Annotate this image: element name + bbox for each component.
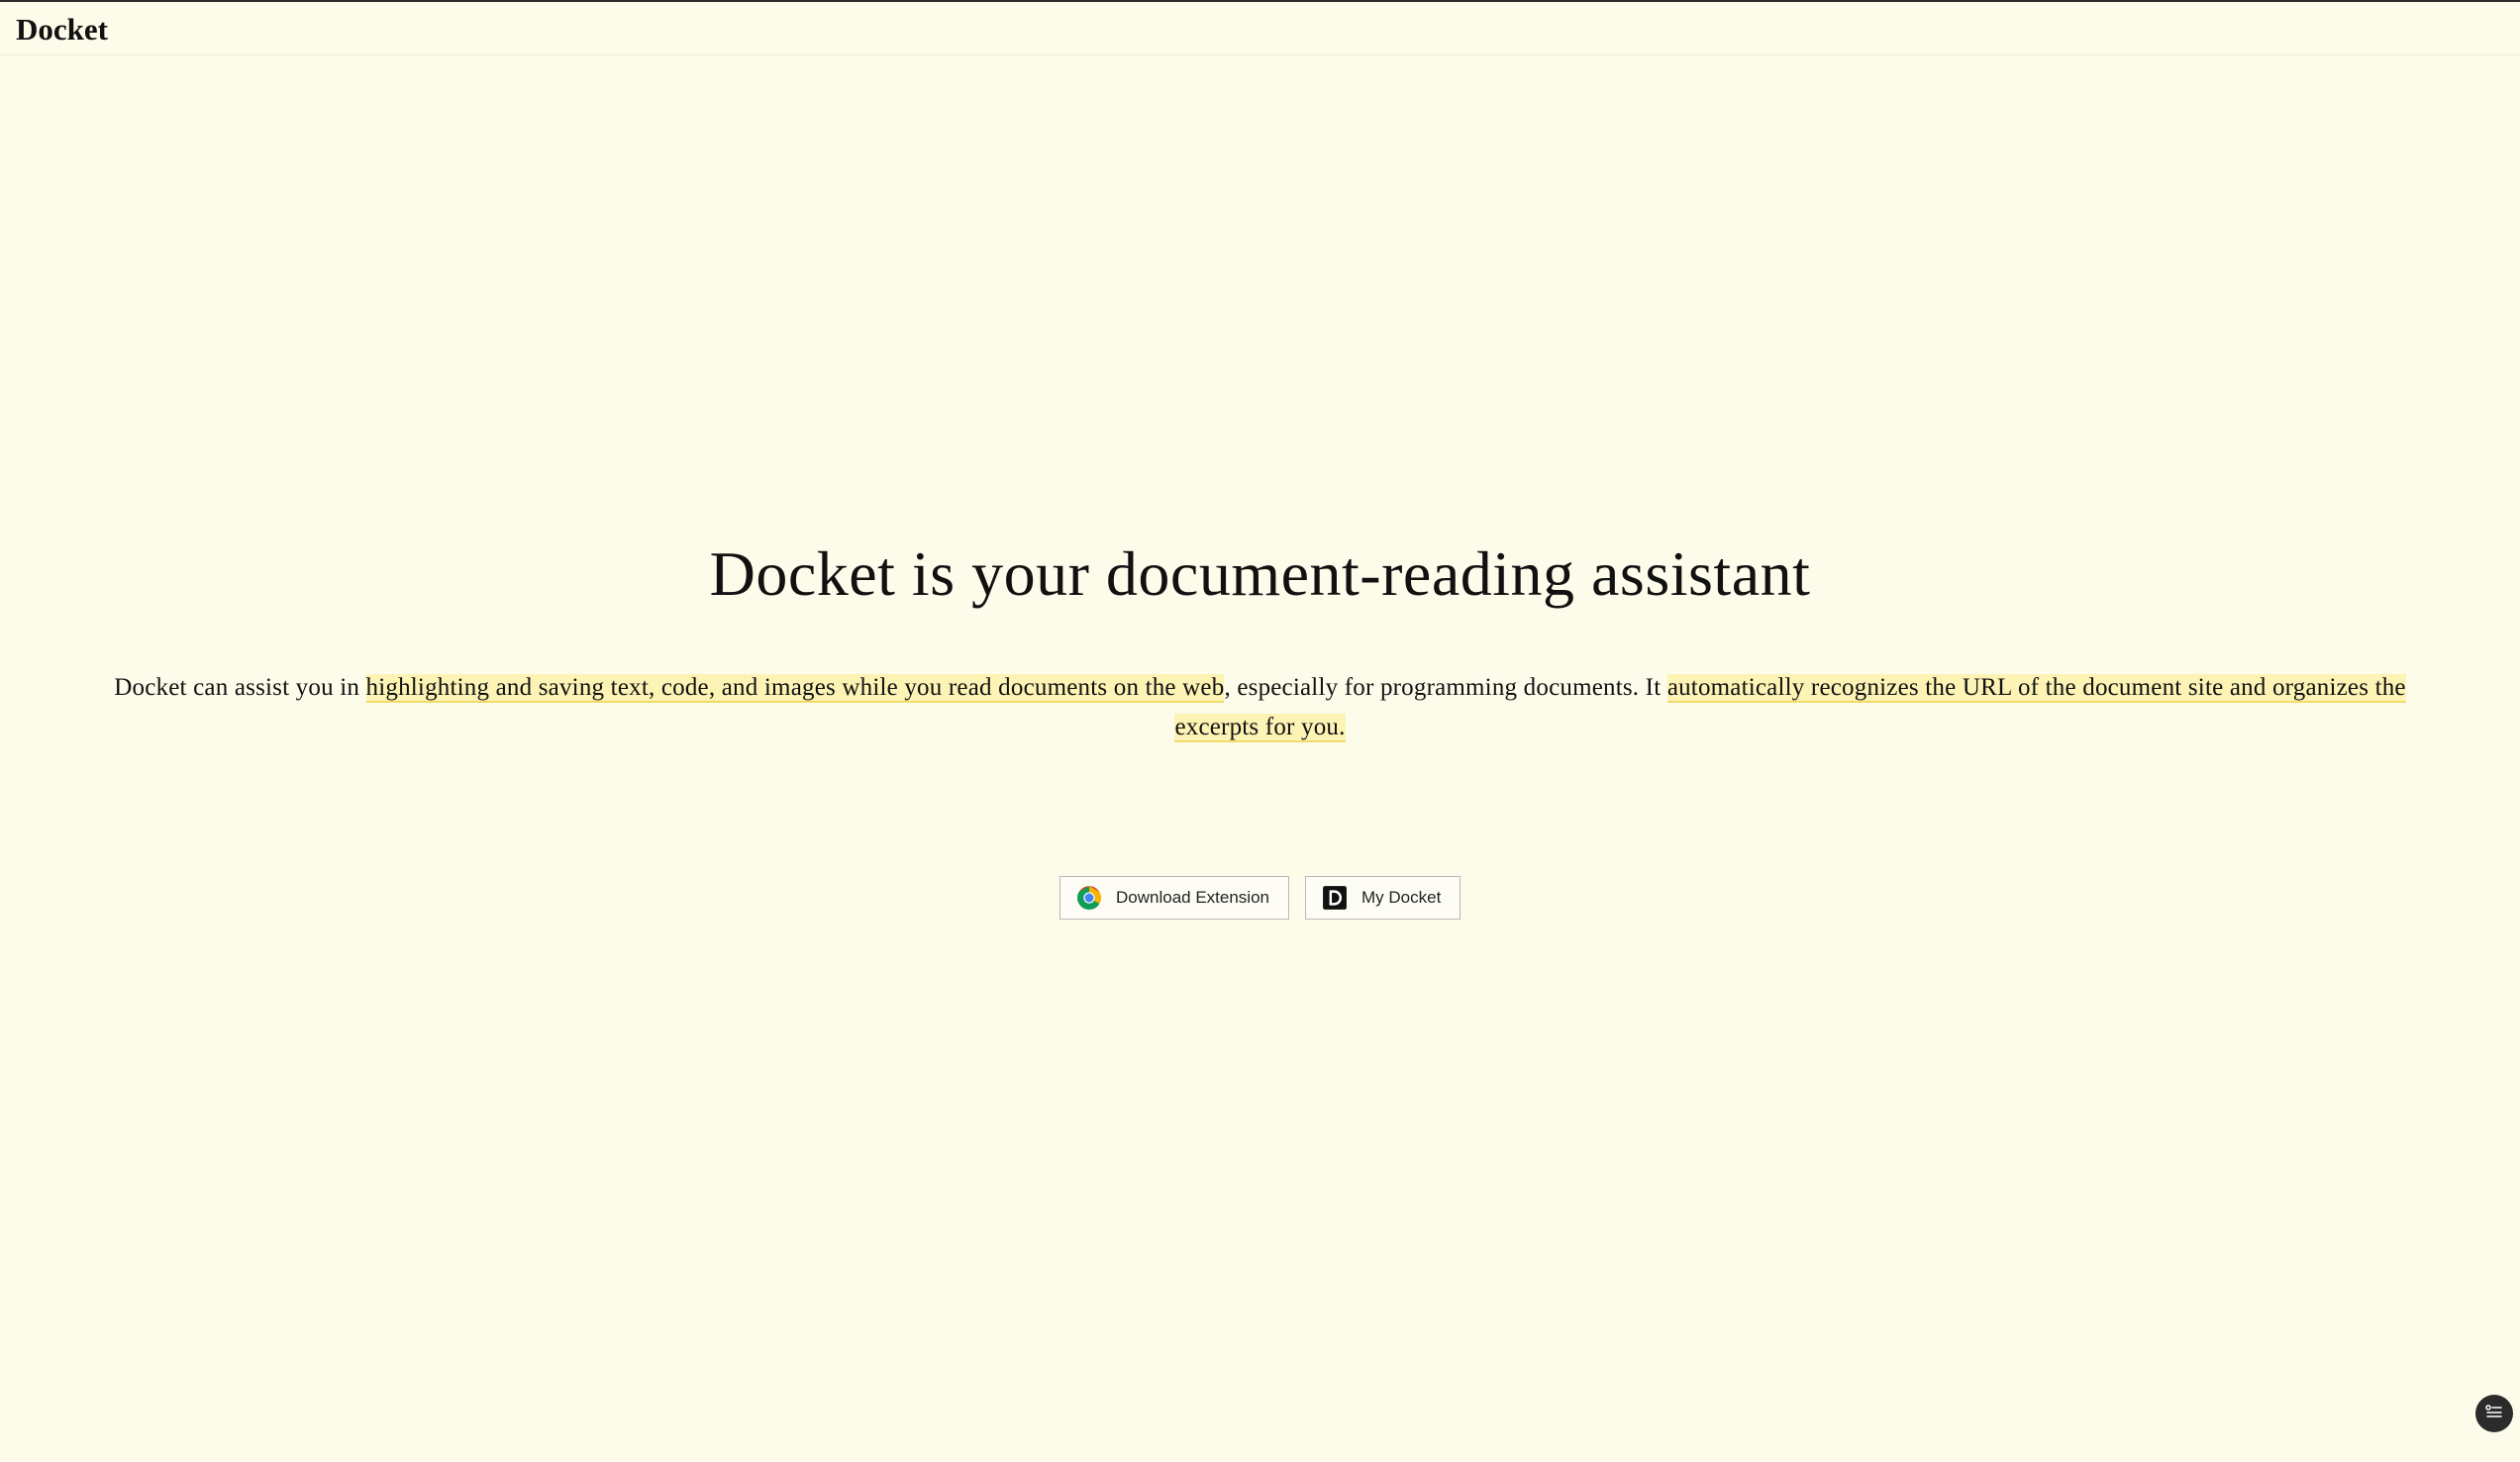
desc-highlight: highlighting and saving text, code, and …	[365, 674, 1225, 703]
my-docket-button[interactable]: My Docket	[1305, 876, 1461, 920]
action-buttons: Download Extension My Docket	[0, 876, 2520, 920]
desc-text: Docket can assist you in	[114, 674, 366, 701]
desc-text: , especially for programming documents. …	[1224, 674, 1667, 701]
brand-logo[interactable]: Docket	[16, 10, 108, 49]
docket-logo-icon	[1322, 885, 1348, 911]
chrome-icon	[1076, 885, 1102, 911]
site-header: Docket	[0, 2, 2520, 55]
my-docket-label: My Docket	[1361, 888, 1442, 907]
list-menu-icon	[2485, 1404, 2503, 1423]
floating-menu-button[interactable]	[2475, 1395, 2513, 1432]
hero-description: Docket can assist you in highlighting an…	[109, 668, 2411, 747]
download-extension-label: Download Extension	[1116, 888, 1269, 907]
hero-title: Docket is your document-reading assistan…	[709, 538, 1811, 609]
download-extension-button[interactable]: Download Extension	[1059, 876, 1289, 920]
